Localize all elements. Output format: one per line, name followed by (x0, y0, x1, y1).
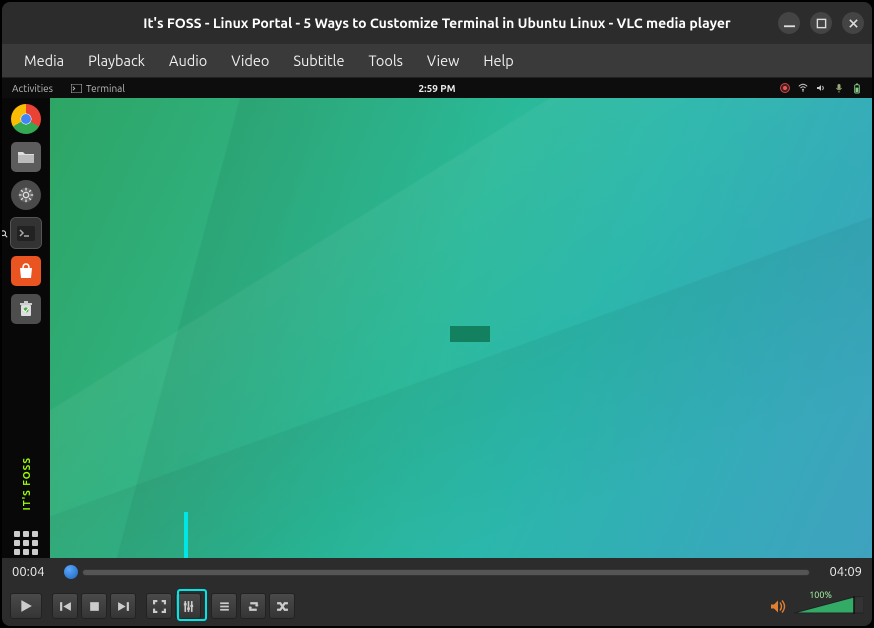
menu-media[interactable]: Media (12, 46, 76, 75)
stop-icon (88, 600, 101, 613)
terminal-cursor-block (450, 326, 490, 342)
time-total: 04:09 (820, 565, 862, 579)
skip-previous-icon (59, 600, 72, 613)
trash-icon (18, 300, 34, 318)
video-frame: Activities Terminal 2:59 PM (2, 78, 872, 558)
topbar-clock: 2:59 PM (419, 83, 456, 94)
skip-next-icon (117, 600, 130, 613)
shuffle-button[interactable] (269, 593, 295, 619)
shuffle-icon (276, 600, 289, 613)
titlebar: It's FOSS - Linux Portal - 5 Ways to Cus… (2, 2, 872, 44)
fullscreen-button[interactable] (146, 593, 172, 619)
dock-software-icon (11, 256, 41, 286)
close-button[interactable] (842, 12, 864, 34)
terminal-small-icon (71, 84, 82, 93)
seek-slider[interactable] (64, 565, 810, 579)
menu-view[interactable]: View (415, 46, 471, 75)
playlist-icon (218, 600, 231, 613)
menu-video[interactable]: Video (219, 46, 281, 75)
magnifier-badge-icon (2, 225, 8, 233)
menu-help[interactable]: Help (471, 46, 525, 75)
menu-tools[interactable]: Tools (356, 46, 414, 75)
controls-toolbar: 100% (2, 586, 872, 626)
itsfoss-watermark: IT'S FOSS (21, 457, 32, 510)
video-area[interactable]: Activities Terminal 2:59 PM (2, 78, 872, 558)
dock-files-icon (11, 142, 41, 172)
play-button[interactable] (10, 593, 42, 619)
loop-button[interactable] (240, 593, 266, 619)
shopping-bag-icon (17, 262, 35, 280)
desktop-wallpaper (50, 98, 872, 558)
fullscreen-icon (153, 600, 166, 613)
stop-button[interactable] (81, 593, 107, 619)
menu-playback[interactable]: Playback (76, 46, 157, 75)
desktop-topbar: Activities Terminal 2:59 PM (2, 78, 872, 98)
dock-apps-button (11, 528, 41, 558)
extended-settings-button[interactable] (175, 593, 201, 619)
dock-chrome-icon (11, 104, 41, 134)
sound-icon (816, 83, 826, 93)
next-button[interactable] (110, 593, 136, 619)
wifi-icon (798, 83, 808, 93)
volume-slider[interactable] (794, 596, 864, 616)
maximize-icon (816, 18, 827, 29)
dock-trash-icon (11, 294, 41, 324)
maximize-button[interactable] (810, 12, 832, 34)
previous-button[interactable] (52, 593, 78, 619)
folder-icon (17, 149, 35, 165)
timeline-bar: 00:04 04:09 (2, 558, 872, 586)
menu-audio[interactable]: Audio (157, 46, 219, 75)
menu-subtitle[interactable]: Subtitle (281, 46, 356, 75)
activities-label: Activities (12, 83, 53, 94)
speaker-icon[interactable] (770, 599, 788, 614)
topbar-app: Terminal (71, 83, 125, 94)
desktop-dock: IT'S FOSS (2, 98, 50, 558)
seek-track[interactable] (82, 569, 810, 576)
dock-settings-icon (11, 180, 41, 210)
close-icon (848, 18, 859, 29)
topbar-tray (780, 83, 862, 93)
loop-icon (247, 600, 260, 613)
terminal-icon (17, 226, 35, 241)
battery-icon (852, 83, 862, 93)
volume-area: 100% (770, 596, 864, 616)
time-elapsed: 00:04 (12, 565, 54, 579)
minimize-button[interactable] (778, 12, 800, 34)
seek-knob[interactable] (64, 565, 78, 579)
gear-icon (17, 186, 35, 204)
minimize-icon (784, 18, 795, 29)
vlc-window: It's FOSS - Linux Portal - 5 Ways to Cus… (0, 0, 874, 628)
dock-terminal-icon (11, 218, 41, 248)
menubar: Media Playback Audio Video Subtitle Tool… (2, 44, 872, 78)
play-icon (19, 599, 33, 613)
equalizer-icon (182, 600, 195, 613)
mic-icon (834, 83, 844, 93)
window-title: It's FOSS - Linux Portal - 5 Ways to Cus… (143, 15, 730, 31)
screencast-icon (780, 83, 790, 93)
playlist-button[interactable] (211, 593, 237, 619)
